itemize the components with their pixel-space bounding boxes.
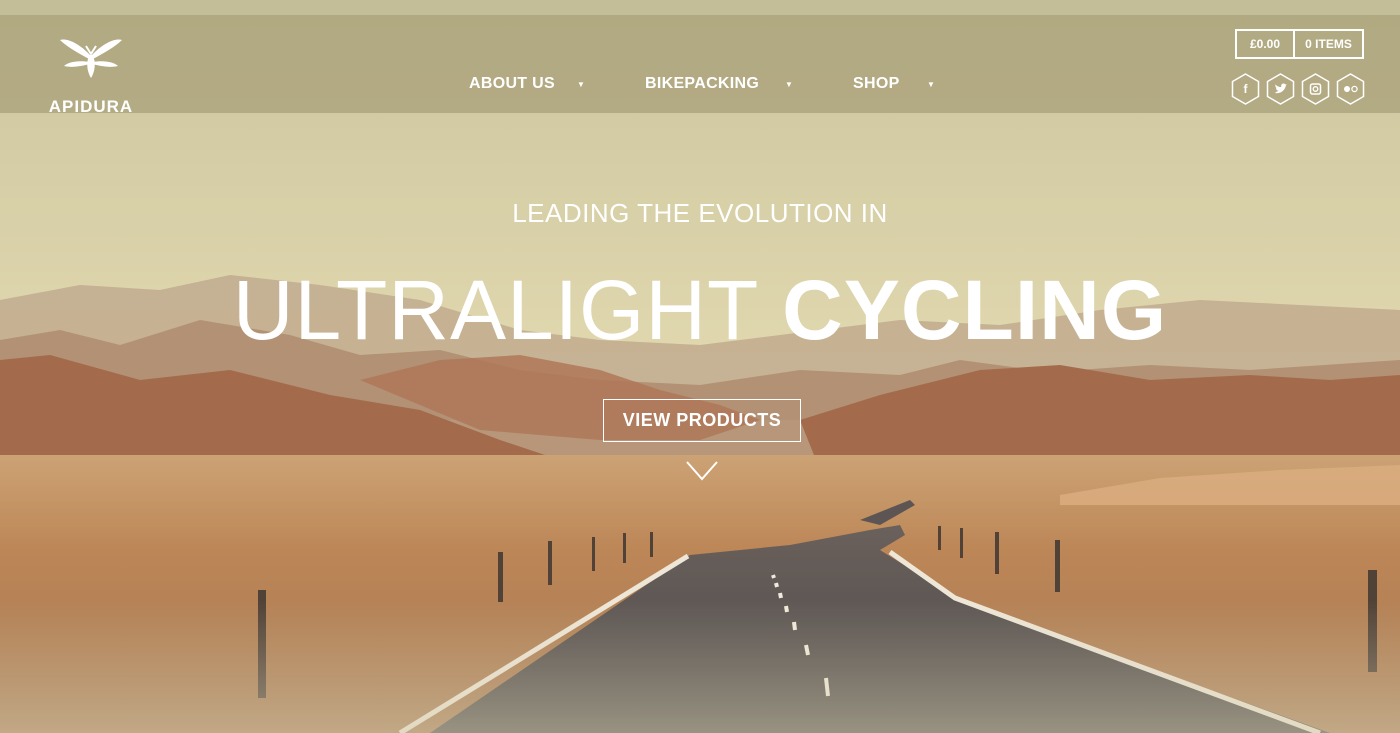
nav-item-label: BIKEPACKING xyxy=(645,75,760,92)
nav-item-bikepacking[interactable]: BIKEPACKING xyxy=(645,75,759,93)
flickr-icon[interactable] xyxy=(1336,73,1365,105)
headline-bold: CYCLING xyxy=(782,263,1168,357)
caret-down-icon: ▼ xyxy=(927,80,935,89)
headline-light: ULTRALIGHT xyxy=(232,263,758,357)
facebook-glyph: f xyxy=(1243,82,1248,96)
nav-item-about-us[interactable]: ABOUT US xyxy=(469,75,555,93)
site-header: APIDURA ABOUT US ▼ BIKEPACKING ▼ SHOP ▼ xyxy=(0,15,1400,116)
caret-down-icon: ▼ xyxy=(577,80,585,89)
cart-widget: £0.00 0 ITEMS xyxy=(1235,29,1364,59)
scroll-down-chevron-icon[interactable] xyxy=(686,460,718,482)
bee-logo-icon xyxy=(60,39,122,78)
facebook-icon[interactable]: f xyxy=(1231,73,1260,105)
nav-item-label: ABOUT US xyxy=(469,75,555,92)
brand-logo[interactable]: APIDURA xyxy=(38,32,144,116)
hero-headline: ULTRALIGHT CYCLING xyxy=(0,262,1400,359)
cart-total[interactable]: £0.00 xyxy=(1237,31,1295,57)
nav-item-shop[interactable]: SHOP xyxy=(853,75,900,93)
twitter-icon[interactable] xyxy=(1266,73,1295,105)
instagram-icon[interactable] xyxy=(1301,73,1330,105)
caret-down-icon: ▼ xyxy=(785,80,793,89)
hero-kicker: LEADING THE EVOLUTION IN xyxy=(512,198,888,228)
brand-name: APIDURA xyxy=(48,97,134,116)
nav-item-label: SHOP xyxy=(853,75,900,92)
top-strip xyxy=(0,0,1400,15)
cart-items[interactable]: 0 ITEMS xyxy=(1295,31,1362,57)
view-products-button[interactable]: VIEW PRODUCTS xyxy=(603,399,801,442)
